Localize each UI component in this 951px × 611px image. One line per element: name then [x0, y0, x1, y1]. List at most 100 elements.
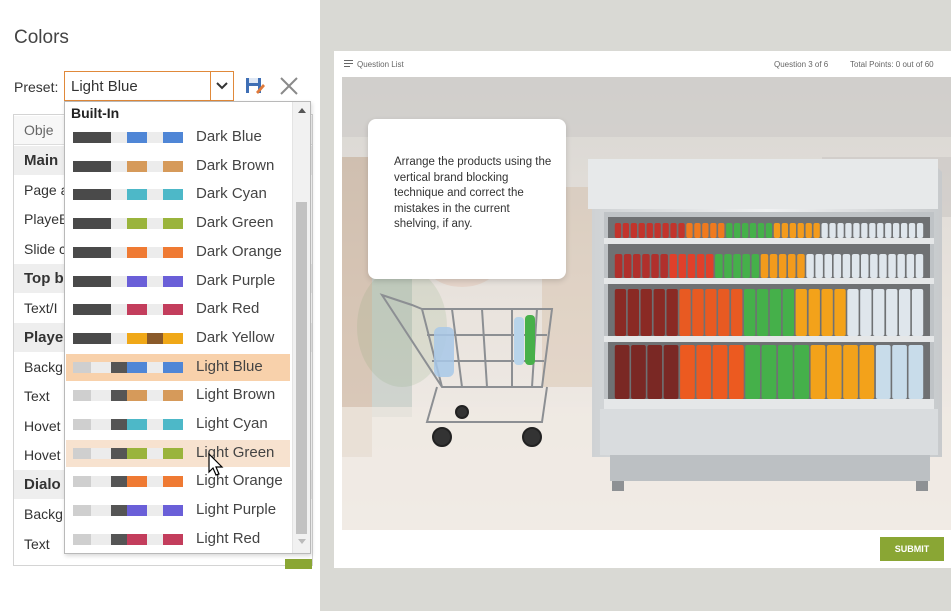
bottle[interactable]: [789, 223, 796, 238]
save-preset-icon[interactable]: [245, 76, 265, 96]
bottle[interactable]: [718, 289, 730, 336]
bottle[interactable]: [710, 223, 717, 238]
bottle[interactable]: [888, 254, 896, 278]
bottle[interactable]: [861, 254, 869, 278]
bottle[interactable]: [906, 254, 915, 278]
bottle[interactable]: [633, 254, 641, 278]
preset-option[interactable]: Dark Blue: [66, 124, 290, 151]
bottle[interactable]: [911, 289, 924, 336]
preset-option[interactable]: Light Green: [66, 439, 290, 467]
bottle[interactable]: [631, 345, 646, 399]
bottle[interactable]: [742, 223, 749, 238]
bottle[interactable]: [733, 254, 741, 278]
preset-option[interactable]: Light Cyan: [66, 411, 290, 438]
bottle[interactable]: [757, 223, 765, 238]
bottle[interactable]: [886, 289, 898, 336]
bottle[interactable]: [916, 223, 924, 238]
bottle[interactable]: [742, 254, 750, 278]
bottle[interactable]: [706, 254, 714, 278]
bottle[interactable]: [765, 223, 773, 238]
bottle[interactable]: [696, 254, 705, 278]
bottle[interactable]: [678, 254, 687, 278]
preset-option[interactable]: Light Orange: [66, 468, 290, 495]
preset-option[interactable]: Light Brown: [66, 382, 290, 409]
bottle[interactable]: [663, 345, 679, 399]
bottle[interactable]: [647, 345, 663, 399]
preset-option[interactable]: Light Red: [66, 526, 290, 553]
bottle[interactable]: [678, 223, 685, 238]
bottle[interactable]: [851, 254, 860, 278]
bottle[interactable]: [642, 254, 650, 278]
bottle[interactable]: [813, 223, 820, 238]
bottle[interactable]: [646, 223, 653, 238]
scrollbar[interactable]: [292, 102, 310, 553]
bottle[interactable]: [614, 254, 623, 278]
bottle[interactable]: [734, 223, 741, 238]
bottle[interactable]: [837, 223, 844, 238]
bottle[interactable]: [660, 254, 668, 278]
chevron-down-icon[interactable]: [210, 72, 233, 100]
bottle[interactable]: [845, 223, 852, 238]
bottle[interactable]: [670, 223, 677, 238]
bottle[interactable]: [893, 223, 900, 238]
bottle[interactable]: [899, 289, 911, 336]
bottle[interactable]: [782, 289, 794, 336]
preset-option[interactable]: Dark Brown: [66, 153, 290, 180]
bottle[interactable]: [821, 223, 828, 238]
bottle[interactable]: [638, 223, 645, 238]
bottle[interactable]: [773, 223, 781, 238]
bottle[interactable]: [702, 223, 709, 238]
preset-option[interactable]: Dark Yellow: [66, 325, 290, 352]
bottle[interactable]: [686, 223, 693, 238]
bottle[interactable]: [640, 289, 652, 336]
preset-option[interactable]: Dark Orange: [66, 239, 290, 266]
submit-button[interactable]: SUBMIT: [880, 537, 944, 561]
bottle[interactable]: [826, 345, 842, 399]
bottle[interactable]: [908, 223, 916, 238]
preset-option[interactable]: Dark Cyan: [66, 181, 290, 208]
bottle[interactable]: [834, 289, 846, 336]
bottle[interactable]: [745, 345, 760, 399]
bottle[interactable]: [749, 223, 757, 238]
bottle[interactable]: [885, 223, 892, 238]
bottle[interactable]: [853, 223, 860, 238]
bottle[interactable]: [873, 289, 885, 336]
bottle[interactable]: [781, 223, 788, 238]
bottle[interactable]: [833, 254, 842, 278]
bottle[interactable]: [847, 289, 859, 336]
preset-option[interactable]: Light Blue: [66, 353, 290, 381]
bottle[interactable]: [705, 289, 717, 336]
bottle[interactable]: [654, 223, 661, 238]
bottle[interactable]: [756, 289, 769, 336]
bottle[interactable]: [842, 254, 851, 278]
bottle[interactable]: [843, 345, 858, 399]
bottle[interactable]: [901, 223, 908, 238]
bottle[interactable]: [751, 254, 760, 278]
bottle[interactable]: [806, 254, 814, 278]
bottle[interactable]: [908, 345, 924, 399]
scroll-up-icon[interactable]: [298, 108, 306, 113]
bottle[interactable]: [795, 289, 807, 336]
bottle[interactable]: [744, 289, 756, 336]
bottle[interactable]: [915, 254, 924, 278]
bottle[interactable]: [875, 345, 891, 399]
preset-option[interactable]: Dark Red: [66, 296, 290, 323]
bottle[interactable]: [692, 289, 704, 336]
preset-dropdown[interactable]: Light Blue: [64, 71, 234, 101]
bottle[interactable]: [715, 254, 723, 278]
bottle[interactable]: [797, 223, 804, 238]
bottle[interactable]: [694, 223, 701, 238]
bottle[interactable]: [769, 289, 782, 336]
bottle[interactable]: [815, 254, 823, 278]
bottle[interactable]: [797, 254, 805, 278]
bottle[interactable]: [769, 254, 778, 278]
bottle[interactable]: [760, 254, 769, 278]
bottle[interactable]: [808, 289, 820, 336]
bottle[interactable]: [712, 345, 728, 399]
preset-option[interactable]: Light Purple: [66, 497, 290, 524]
bottle[interactable]: [726, 223, 733, 238]
bottle[interactable]: [778, 254, 787, 278]
bottle[interactable]: [870, 254, 878, 278]
bottle[interactable]: [861, 223, 868, 238]
bottle[interactable]: [622, 223, 629, 238]
